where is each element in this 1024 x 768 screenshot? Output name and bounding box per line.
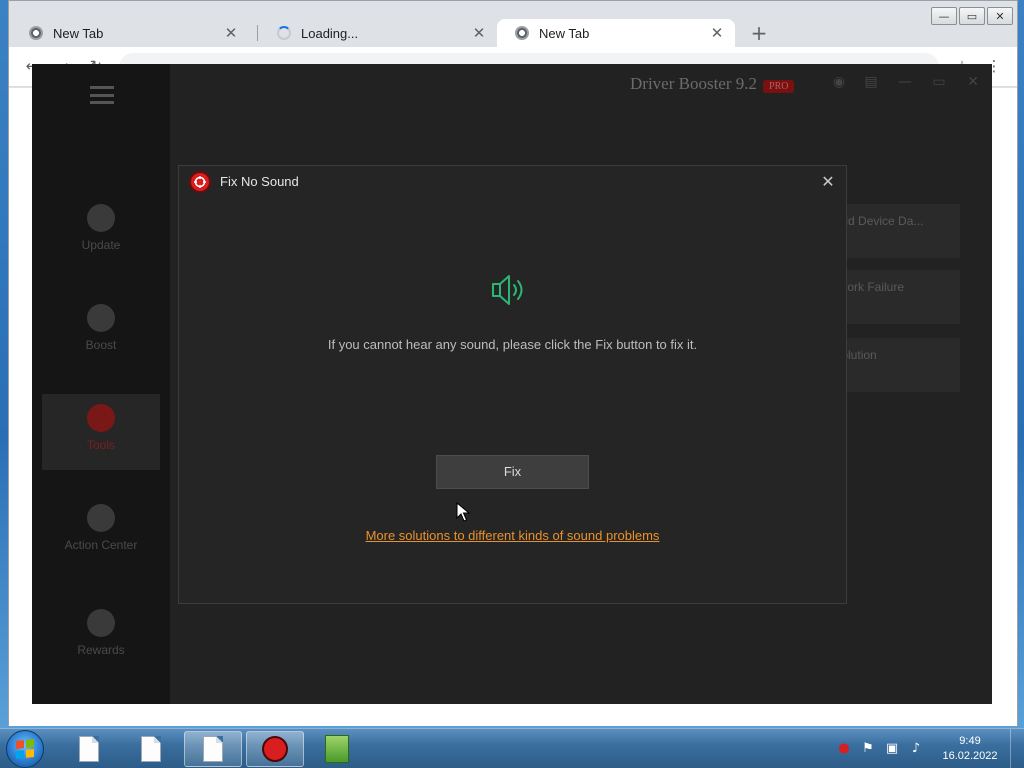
- medal-icon: [87, 609, 115, 637]
- start-button[interactable]: [6, 730, 44, 768]
- grid-icon: [87, 504, 115, 532]
- sidebar-item-label: Boost: [85, 338, 117, 352]
- sidebar-item-label: Action Center: [64, 538, 138, 552]
- new-tab-button[interactable]: +: [749, 23, 769, 43]
- document-icon: [79, 736, 99, 762]
- volume-icon[interactable]: ♪: [908, 741, 924, 757]
- app-sidebar: Update Boost Tools Action Center Rewards: [32, 64, 170, 704]
- tab-loading[interactable]: Loading... ✕: [259, 19, 497, 47]
- tab-new-tab-active[interactable]: New Tab ✕: [497, 19, 735, 47]
- chrome-icon: [29, 26, 43, 40]
- app-title-text: Driver Booster 9.2: [630, 74, 758, 93]
- windows-logo-icon: [16, 739, 34, 759]
- tab-title: New Tab: [53, 25, 104, 41]
- app-maximize-icon[interactable]: ▭: [930, 74, 948, 92]
- driver-booster-tray-icon[interactable]: ●: [836, 741, 852, 757]
- chrome-icon: [515, 26, 529, 40]
- taskbar-item-notepad[interactable]: [308, 731, 366, 767]
- clock-date: 16.02.2022: [942, 750, 998, 762]
- app-title: Driver Booster 9.2 PRO: [630, 74, 795, 94]
- update-icon: [87, 204, 115, 232]
- clock-time: 9:49: [959, 735, 981, 747]
- taskbar-item-driver-booster[interactable]: [246, 731, 304, 767]
- taskbar: ● ⚑ ▣ ♪ 9:49 16.02.2022: [0, 728, 1024, 768]
- app-badge: PRO: [763, 80, 795, 93]
- tab-title: Loading...: [301, 25, 359, 41]
- speaker-icon: [492, 275, 523, 305]
- mouse-cursor-icon: [456, 502, 470, 522]
- tab-separator: [257, 25, 258, 41]
- rocket-icon: [87, 304, 115, 332]
- taskbar-item-document[interactable]: [60, 731, 118, 767]
- loading-spinner-icon: [277, 26, 291, 40]
- sidebar-item-action-center[interactable]: Action Center: [42, 494, 160, 570]
- tab-close-icon[interactable]: ✕: [471, 24, 487, 42]
- tab-close-icon[interactable]: ✕: [709, 24, 725, 42]
- driver-booster-icon: [262, 736, 288, 762]
- show-desktop-button[interactable]: [1010, 729, 1024, 768]
- sidebar-item-label: Rewards: [77, 643, 125, 657]
- network-icon[interactable]: ▣: [884, 741, 900, 757]
- document-icon: [203, 736, 223, 762]
- app-minimize-icon[interactable]: —: [896, 74, 914, 92]
- sidebar-item-tools[interactable]: Tools: [42, 394, 160, 470]
- taskbar-item-document[interactable]: [184, 731, 242, 767]
- sidebar-item-label: Tools: [86, 438, 115, 452]
- tab-new-tab-1[interactable]: New Tab ✕: [11, 19, 249, 47]
- sidebar-item-update[interactable]: Update: [42, 194, 160, 270]
- close-icon[interactable]: ✕: [820, 174, 836, 190]
- driver-booster-logo-icon: [189, 171, 211, 193]
- feedback-icon[interactable]: ▤: [862, 74, 880, 92]
- sidebar-item-label: Update: [81, 238, 121, 252]
- tab-strip: New Tab ✕ Loading... ✕ New Tab ✕ +: [9, 19, 1017, 47]
- chrome-shield-icon[interactable]: ◉: [830, 74, 848, 92]
- fix-button[interactable]: Fix: [436, 455, 589, 489]
- app-close-icon[interactable]: ✕: [964, 74, 982, 92]
- system-tray: ● ⚑ ▣ ♪ 9:49 16.02.2022: [832, 729, 1024, 768]
- hamburger-menu-icon[interactable]: [90, 86, 114, 104]
- dialog-message: If you cannot hear any sound, please cli…: [327, 337, 698, 352]
- more-solutions-link[interactable]: More solutions to different kinds of sou…: [179, 528, 846, 543]
- notepad-icon: [325, 735, 349, 763]
- tab-title: New Tab: [539, 25, 590, 41]
- clock[interactable]: 9:49 16.02.2022: [940, 734, 1000, 764]
- sidebar-item-boost[interactable]: Boost: [42, 294, 160, 370]
- action-center-flag-icon[interactable]: ⚑: [860, 741, 876, 757]
- tab-close-icon[interactable]: ✕: [223, 24, 239, 42]
- tools-icon: [87, 404, 115, 432]
- dialog-header: Fix No Sound ✕: [179, 166, 846, 198]
- dialog-title: Fix No Sound: [220, 174, 299, 189]
- taskbar-item-document[interactable]: [122, 731, 180, 767]
- fix-no-sound-dialog: Fix No Sound ✕ If you cannot hear any so…: [178, 165, 847, 604]
- sidebar-item-rewards[interactable]: Rewards: [42, 599, 160, 675]
- document-icon: [141, 736, 161, 762]
